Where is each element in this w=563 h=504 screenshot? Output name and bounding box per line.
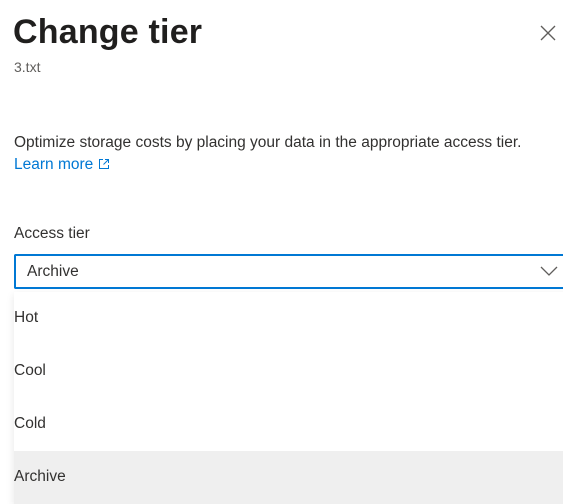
chevron-down-icon bbox=[540, 264, 558, 283]
learn-more-label: Learn more bbox=[14, 156, 94, 173]
option-hot[interactable]: Hot bbox=[14, 292, 563, 345]
option-cold[interactable]: Cold bbox=[14, 398, 563, 451]
panel-title: Change tier bbox=[13, 13, 203, 51]
change-tier-panel: Change tier 3.txt Optimize storage costs… bbox=[0, 0, 563, 504]
close-button[interactable] bbox=[538, 23, 558, 43]
option-label: Archive bbox=[14, 468, 66, 485]
close-icon bbox=[540, 25, 556, 41]
learn-more-link[interactable]: Learn more bbox=[14, 156, 110, 173]
panel-subtitle: 3.txt bbox=[14, 59, 41, 75]
access-tier-selected-value: Archive bbox=[27, 263, 79, 280]
external-link-icon bbox=[98, 155, 110, 177]
option-cool[interactable]: Cool bbox=[14, 345, 563, 398]
option-label: Cold bbox=[14, 415, 46, 432]
description: Optimize storage costs by placing your d… bbox=[14, 132, 544, 177]
access-tier-dropdown[interactable]: Archive bbox=[14, 254, 563, 289]
description-text: Optimize storage costs by placing your d… bbox=[14, 134, 522, 151]
access-tier-listbox: Hot Cool Cold Archive bbox=[14, 292, 563, 504]
option-label: Hot bbox=[14, 309, 39, 326]
option-archive[interactable]: Archive bbox=[14, 451, 563, 504]
access-tier-label: Access tier bbox=[14, 225, 90, 242]
option-label: Cool bbox=[14, 362, 46, 379]
